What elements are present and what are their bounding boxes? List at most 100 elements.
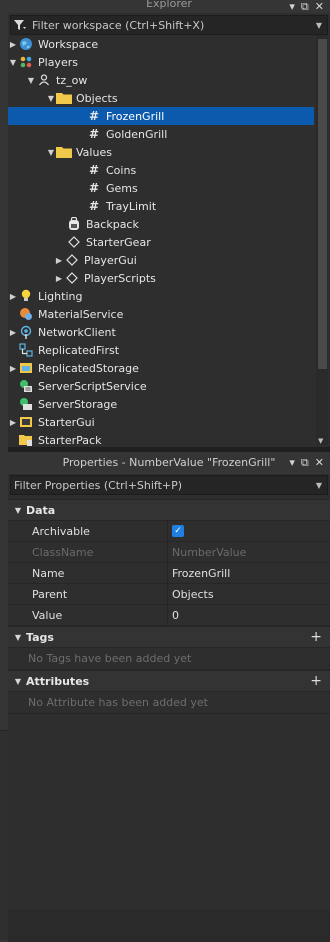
tree-item-label: PlayerScripts bbox=[84, 271, 156, 285]
tree-item-label: Values bbox=[76, 145, 112, 159]
tree-item-backpack[interactable]: Backpack bbox=[8, 215, 314, 233]
tree-item-label: NetworkClient bbox=[38, 325, 116, 339]
close-icon[interactable]: ✕ bbox=[315, 452, 324, 474]
tree-item-player[interactable]: ▼ tz_ow bbox=[8, 71, 314, 89]
tree-item-gems[interactable]: # Gems bbox=[8, 179, 314, 197]
tree-item-networkclient[interactable]: ▶ NetworkClient bbox=[8, 323, 314, 341]
archivable-checkbox[interactable]: ✓ bbox=[168, 525, 184, 537]
tree-item-replicatedfirst[interactable]: ReplicatedFirst bbox=[8, 341, 314, 359]
tree-item-coins[interactable]: # Coins bbox=[8, 161, 314, 179]
property-row-parent[interactable]: Parent Objects bbox=[8, 584, 330, 605]
collapse-arrow-icon[interactable]: ▼ bbox=[46, 94, 56, 103]
tree-item-players[interactable]: ▼ Players bbox=[8, 53, 314, 71]
tree-item-objects[interactable]: ▼ Objects bbox=[8, 89, 314, 107]
popout-icon[interactable]: ⧉ bbox=[301, 1, 309, 12]
expand-arrow-icon[interactable]: ▶ bbox=[8, 364, 18, 373]
storage-icon bbox=[18, 360, 34, 376]
popout-icon[interactable]: ⧉ bbox=[301, 452, 309, 474]
expand-arrow-icon[interactable]: ▶ bbox=[8, 328, 18, 337]
scrollbar-thumb[interactable] bbox=[318, 39, 327, 369]
explorer-filter-input[interactable]: Filter workspace (Ctrl+Shift+X) ▼ bbox=[10, 15, 328, 35]
tree-item-traylimit[interactable]: # TrayLimit bbox=[8, 197, 314, 215]
tree-item-label: TrayLimit bbox=[106, 199, 157, 213]
tree-item-materialservice[interactable]: MaterialService bbox=[8, 305, 314, 323]
folder-icon bbox=[56, 144, 72, 160]
add-tag-icon[interactable]: + bbox=[310, 629, 322, 645]
tree-item-label: Backpack bbox=[86, 217, 139, 231]
checkmark-icon[interactable]: ✓ bbox=[172, 525, 184, 537]
tree-item-serverstorage[interactable]: ServerStorage bbox=[8, 395, 314, 413]
folder-icon bbox=[56, 90, 72, 106]
property-row-name[interactable]: Name FrozenGrill bbox=[8, 563, 330, 584]
tree-item-label: StarterGear bbox=[86, 235, 151, 249]
explorer-tree: ▶ Workspace ▼ Players ▼ tz_ow ▼ Objects … bbox=[8, 35, 314, 449]
starter-gui-icon bbox=[18, 414, 34, 430]
property-value: NumberValue bbox=[172, 545, 247, 559]
tree-item-startergui[interactable]: ▶ StarterGui bbox=[8, 413, 314, 431]
chevron-down-icon[interactable]: ▼ bbox=[316, 481, 322, 490]
section-title: Attributes bbox=[26, 674, 90, 688]
players-icon bbox=[18, 54, 34, 70]
section-data[interactable]: ▼ Data bbox=[8, 499, 330, 521]
tree-item-frozengrill[interactable]: # FrozenGrill bbox=[8, 107, 314, 125]
diamond-icon bbox=[64, 252, 80, 268]
property-value[interactable]: 0 bbox=[168, 609, 179, 622]
globe-icon bbox=[18, 36, 34, 52]
explorer-scrollbar[interactable]: ▼ bbox=[316, 35, 328, 445]
tree-item-label: PlayerGui bbox=[84, 253, 137, 267]
property-value[interactable]: Objects bbox=[168, 588, 214, 601]
properties-filter-input[interactable]: Filter Properties (Ctrl+Shift+P) ▼ bbox=[10, 475, 328, 495]
scroll-down-icon[interactable]: ▼ bbox=[318, 437, 323, 445]
add-attribute-icon[interactable]: + bbox=[310, 673, 322, 689]
tree-item-label: ServerStorage bbox=[38, 397, 118, 411]
expand-arrow-icon[interactable]: ▶ bbox=[8, 292, 18, 301]
number-value-icon: # bbox=[88, 109, 100, 123]
chevron-down-icon[interactable]: ▾ bbox=[289, 452, 295, 474]
tree-item-label: ServerScriptService bbox=[38, 379, 147, 393]
network-icon bbox=[18, 324, 34, 340]
collapse-arrow-icon[interactable]: ▼ bbox=[10, 633, 26, 642]
close-icon[interactable]: ✕ bbox=[315, 1, 324, 12]
properties-panel: Properties - NumberValue "FrozenGrill" ▾… bbox=[8, 452, 330, 910]
collapse-arrow-icon[interactable]: ▼ bbox=[10, 677, 26, 686]
number-value-icon: # bbox=[88, 127, 100, 141]
expand-arrow-icon[interactable]: ▶ bbox=[8, 418, 18, 427]
properties-filter-placeholder: Filter Properties (Ctrl+Shift+P) bbox=[14, 478, 183, 492]
tree-item-playerscripts[interactable]: ▶ PlayerScripts bbox=[8, 269, 314, 287]
explorer-titlebar: Explorer ▾ ⧉ ✕ bbox=[8, 0, 330, 13]
chevron-down-icon[interactable]: ▼ bbox=[316, 21, 322, 30]
tree-item-playergui[interactable]: ▶ PlayerGui bbox=[8, 251, 314, 269]
section-title: Data bbox=[26, 503, 56, 517]
section-tags[interactable]: ▼ Tags + bbox=[8, 626, 330, 648]
tree-item-replicatedstorage[interactable]: ▶ ReplicatedStorage bbox=[8, 359, 314, 377]
tree-item-label: Lighting bbox=[38, 289, 83, 303]
tree-item-label: Workspace bbox=[38, 37, 99, 51]
bottom-dock-area bbox=[8, 910, 330, 942]
property-row-archivable[interactable]: Archivable ✓ bbox=[8, 521, 330, 542]
explorer-filter-placeholder: Filter workspace (Ctrl+Shift+X) bbox=[32, 18, 205, 32]
chevron-down-icon[interactable]: ▾ bbox=[289, 1, 295, 12]
tree-item-goldengrill[interactable]: # GoldenGrill bbox=[8, 125, 314, 143]
tree-item-serverscriptservice[interactable]: ServerScriptService bbox=[8, 377, 314, 395]
explorer-title: Explorer bbox=[146, 0, 192, 10]
collapse-arrow-icon[interactable]: ▼ bbox=[10, 506, 26, 515]
tree-item-lighting[interactable]: ▶ Lighting bbox=[8, 287, 314, 305]
tree-item-startergear[interactable]: StarterGear bbox=[8, 233, 314, 251]
tree-item-label: ReplicatedFirst bbox=[38, 343, 120, 357]
person-icon bbox=[36, 72, 52, 88]
expand-arrow-icon[interactable]: ▶ bbox=[54, 256, 64, 265]
collapse-arrow-icon[interactable]: ▼ bbox=[8, 58, 18, 67]
properties-titlebar: Properties - NumberValue "FrozenGrill" ▾… bbox=[8, 452, 330, 474]
collapse-arrow-icon[interactable]: ▼ bbox=[46, 148, 56, 157]
property-row-classname: ClassName NumberValue bbox=[8, 542, 330, 563]
expand-arrow-icon[interactable]: ▶ bbox=[8, 40, 18, 49]
explorer-panel: Explorer ▾ ⧉ ✕ Filter workspace (Ctrl+Sh… bbox=[8, 0, 330, 447]
expand-arrow-icon[interactable]: ▶ bbox=[54, 274, 64, 283]
property-row-value[interactable]: Value 0 bbox=[8, 605, 330, 626]
tree-item-values[interactable]: ▼ Values bbox=[8, 143, 314, 161]
section-attributes[interactable]: ▼ Attributes + bbox=[8, 670, 330, 692]
tree-item-workspace[interactable]: ▶ Workspace bbox=[8, 35, 314, 53]
collapse-arrow-icon[interactable]: ▼ bbox=[26, 76, 36, 85]
filter-funnel-icon[interactable] bbox=[14, 20, 28, 30]
property-value[interactable]: FrozenGrill bbox=[168, 567, 230, 580]
